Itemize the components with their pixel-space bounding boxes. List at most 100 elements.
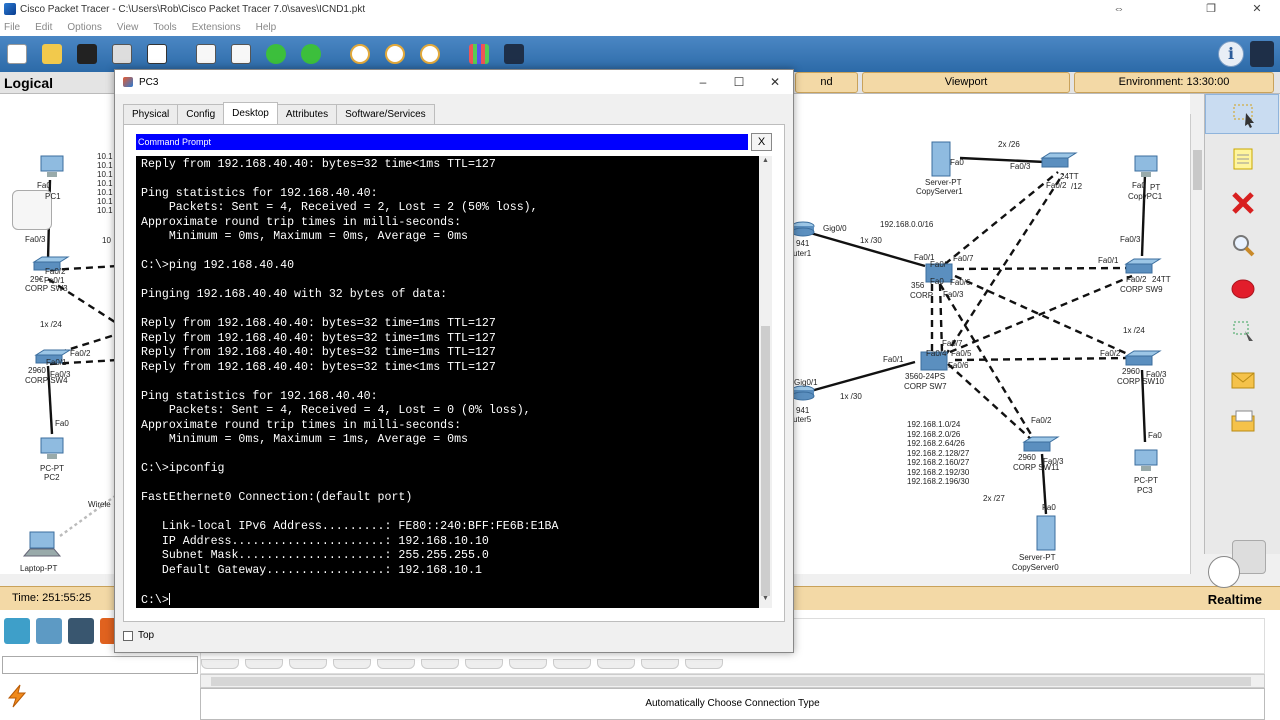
subnet-item: 192.168.2.196/30 — [907, 477, 970, 486]
root-button[interactable]: nd — [795, 72, 858, 93]
undo-icon[interactable] — [263, 41, 289, 67]
topo-label: PT — [1150, 183, 1161, 192]
pc3-tabs: Physical Config Desktop Attributes Softw… — [123, 102, 435, 124]
topo-label: Fa0/3 — [25, 235, 46, 244]
workspace-vertical-scrollbar[interactable] — [1190, 114, 1204, 574]
copyserver0-icon[interactable] — [1035, 514, 1057, 552]
viewport-button[interactable]: Viewport — [862, 72, 1070, 93]
pc3-app-icon — [123, 77, 133, 87]
menu-tools[interactable]: Tools — [153, 22, 176, 33]
menu-edit[interactable]: Edit — [35, 22, 52, 33]
pc2-icon[interactable] — [38, 436, 66, 462]
menu-file[interactable]: File — [4, 22, 20, 33]
copy-icon[interactable] — [193, 41, 219, 67]
topo-label: 3560-24PS — [905, 372, 946, 381]
sw10-icon[interactable] — [1122, 350, 1162, 368]
open-folder-icon[interactable] — [39, 41, 65, 67]
select-icon[interactable] — [1205, 94, 1279, 134]
custom-device-icon[interactable] — [501, 41, 527, 67]
add-simple-pdu-icon[interactable] — [1230, 366, 1256, 392]
network-devices-icon[interactable] — [4, 618, 30, 644]
clock-icon[interactable] — [1208, 556, 1240, 588]
tab-attributes[interactable]: Attributes — [276, 104, 338, 124]
pc3-titlebar[interactable]: PC3 – ☐ ✕ — [115, 70, 793, 94]
topo-label: CORP SW10 — [1117, 377, 1164, 386]
inspect-icon[interactable] — [1230, 232, 1256, 258]
link-h — [954, 356, 1133, 362]
restore-arrows-icon[interactable]: ⇔ — [1096, 0, 1142, 18]
topo-label: 29€ — [30, 275, 44, 284]
pc3-close-button[interactable]: ✕ — [757, 70, 793, 94]
command-prompt-close-button[interactable]: X — [751, 133, 772, 151]
topo-label: Fa0/2 — [1126, 275, 1147, 284]
save-icon[interactable] — [74, 41, 100, 67]
menu-help[interactable]: Help — [256, 22, 277, 33]
print-icon[interactable] — [109, 41, 135, 67]
zoom-reset-icon[interactable] — [382, 41, 408, 67]
info-help-icon[interactable]: i — [1218, 41, 1244, 67]
network-info-icon[interactable] — [1250, 41, 1274, 67]
tab-desktop[interactable]: Desktop — [223, 102, 278, 124]
palette-icon[interactable] — [466, 41, 492, 67]
menu-options[interactable]: Options — [67, 22, 101, 33]
components-icon[interactable] — [68, 618, 94, 644]
minimize-button[interactable] — [1142, 0, 1188, 18]
scroll-down-icon[interactable]: ▼ — [759, 595, 772, 607]
add-complex-pdu-icon[interactable] — [1230, 408, 1256, 434]
draw-ellipse-icon[interactable] — [1230, 276, 1256, 302]
redo-icon[interactable] — [298, 41, 324, 67]
sw9-icon[interactable] — [1122, 258, 1162, 276]
terminal-line: Ping statistics for 192.168.40.40: — [141, 389, 378, 403]
activity-wizard-icon[interactable] — [144, 41, 170, 67]
copypc1-icon[interactable] — [1132, 154, 1160, 180]
tab-config[interactable]: Config — [177, 104, 225, 124]
pc3-maximize-button[interactable]: ☐ — [721, 70, 757, 94]
topo-label: 24TT — [1152, 275, 1171, 284]
checkbox-icon[interactable] — [123, 630, 133, 641]
device-search-field[interactable] — [2, 656, 198, 674]
top-checkbox[interactable]: Top — [123, 630, 154, 641]
laptop-icon[interactable] — [22, 530, 62, 560]
topo-label: Fa0 — [1148, 431, 1162, 440]
tab-software-services[interactable]: Software/Services — [336, 104, 435, 124]
end-devices-icon[interactable] — [36, 618, 62, 644]
environment-button[interactable]: Environment: 13:30:00 — [1074, 72, 1274, 93]
resize-icon[interactable] — [1230, 318, 1256, 344]
zoom-in-icon[interactable] — [347, 41, 373, 67]
topo-label: Fa0/7 — [953, 254, 974, 263]
pc3-minimize-button[interactable]: – — [685, 70, 721, 94]
close-button[interactable]: ✕ — [1234, 0, 1280, 18]
sw11-icon[interactable] — [1020, 436, 1060, 454]
terminal-scrollbar[interactable]: ▲ ▼ — [759, 156, 772, 608]
zoom-out-icon[interactable] — [417, 41, 443, 67]
maximize-button[interactable]: ❐ — [1188, 0, 1234, 18]
topo-label: /12 — [1071, 182, 1083, 191]
device-list-scrollbar[interactable] — [200, 674, 1265, 688]
menu-extensions[interactable]: Extensions — [192, 22, 241, 33]
topo-label: uter1 — [793, 249, 812, 258]
new-file-icon[interactable] — [4, 41, 30, 67]
command-prompt-terminal[interactable]: Reply from 192.168.40.40: bytes=32 time<… — [136, 156, 759, 608]
pc1-icon[interactable] — [38, 154, 66, 180]
lightning-bolt-icon[interactable] — [6, 684, 28, 708]
topo-label: PC3 — [1137, 486, 1153, 495]
pc3-icon[interactable] — [1132, 448, 1160, 474]
note-icon[interactable] — [1230, 146, 1256, 172]
terminal-line: Reply from 192.168.40.40: bytes=32 time<… — [141, 360, 496, 374]
paste-icon[interactable] — [228, 41, 254, 67]
subnet-item: 192.168.2.0/26 — [907, 429, 961, 439]
tab-physical[interactable]: Physical — [123, 104, 179, 124]
desktop-panel: Command Prompt X Reply from 192.168.40.4… — [123, 124, 785, 622]
scroll-up-icon[interactable]: ▲ — [759, 157, 772, 169]
menu-view[interactable]: View — [117, 22, 139, 33]
topo-label: 10 — [102, 236, 111, 245]
topo-label: Fa0/2 — [70, 349, 91, 358]
delete-icon[interactable] — [1230, 190, 1256, 216]
switch-24tt-top-icon[interactable] — [1038, 152, 1078, 170]
copyserver1-icon[interactable] — [930, 140, 952, 178]
realtime-mode-label[interactable]: Realtime — [1208, 592, 1262, 607]
subnet-item: 192.168.1.0/24 — [907, 420, 961, 429]
